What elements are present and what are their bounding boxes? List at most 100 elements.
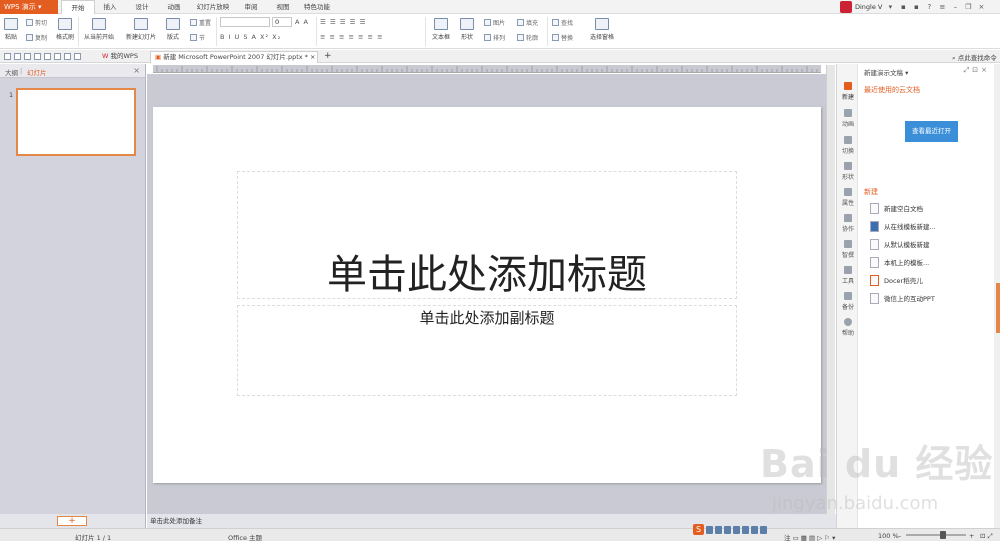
tab-special[interactable]: 特色功能: [300, 0, 334, 14]
preview-icon[interactable]: [44, 53, 51, 60]
sidebar-item-animation[interactable]: 动画: [837, 109, 859, 128]
sidebar-item-shape[interactable]: 形状: [837, 162, 859, 181]
zoom-in-icon[interactable]: +: [969, 532, 974, 540]
undo-icon[interactable]: [54, 53, 61, 60]
cut-button[interactable]: 剪切: [26, 18, 47, 27]
ime-tool-icon[interactable]: [742, 525, 749, 534]
open-recent-button[interactable]: 查看最近打开: [905, 121, 958, 142]
close-icon[interactable]: ×: [976, 3, 986, 11]
skin-icon[interactable]: ▾: [885, 3, 895, 11]
ime-tool-icon[interactable]: [733, 525, 740, 534]
tab-home[interactable]: 开始: [61, 0, 95, 14]
list-buttons-icon[interactable]: ☰ ☰ ☰ ☰ ☰: [320, 18, 366, 26]
slide-subtitle[interactable]: 单击此处添加副标题: [238, 306, 736, 328]
sidebar-item-transition[interactable]: 切换: [837, 136, 859, 155]
tab-slides[interactable]: 幻灯片: [27, 67, 47, 77]
online-template-item[interactable]: 从在线模板新建...: [870, 219, 936, 233]
ime-tool-icon[interactable]: [751, 525, 758, 534]
search-command-box[interactable]: ⌕ 点此查找命令: [952, 52, 997, 63]
textbox-button[interactable]: 文本框: [432, 18, 450, 41]
font-style-buttons[interactable]: B I U S A X² X₂: [220, 33, 281, 41]
add-slide-button[interactable]: +: [57, 516, 87, 526]
align-buttons-icon[interactable]: ≡ ≡ ≡ ≡ ≡ ≡ ≡: [320, 33, 384, 41]
from-current-button[interactable]: 从当前开始: [84, 18, 114, 41]
new-tab-button[interactable]: +: [320, 51, 332, 63]
tab-outline[interactable]: 大纲: [5, 67, 18, 77]
task-pane-controls[interactable]: ⤢⊡×: [964, 66, 990, 75]
zoom-slider[interactable]: [906, 531, 966, 539]
new-slide-button[interactable]: 新建幻灯片: [126, 18, 156, 41]
tab-slideshow[interactable]: 幻灯片放映: [193, 0, 233, 14]
reset-button[interactable]: 重置: [190, 18, 211, 27]
replace-button[interactable]: 替换: [552, 33, 573, 42]
picture-button[interactable]: 图片: [484, 18, 505, 27]
format-painter-button[interactable]: 格式刷: [56, 18, 74, 41]
font-grow-icon[interactable]: A A: [295, 18, 309, 26]
font-name-input[interactable]: [220, 17, 270, 27]
sidebar-item-tools[interactable]: 工具: [837, 266, 859, 285]
new-blank-item[interactable]: 新建空白文档: [870, 201, 923, 215]
section-button[interactable]: 节: [190, 33, 205, 42]
close-icon[interactable]: ×: [133, 66, 140, 75]
fill-button[interactable]: 填充: [517, 18, 538, 27]
slide-title[interactable]: 单击此处添加标题: [238, 172, 736, 298]
subtitle-placeholder[interactable]: 单击此处添加副标题: [237, 305, 737, 396]
app-menu-button[interactable]: WPS 演示 ▾: [0, 0, 58, 14]
save-icon[interactable]: [14, 53, 21, 60]
tab-my-wps[interactable]: W 我的WPS: [98, 51, 146, 63]
sidebar-item-properties[interactable]: 属性: [837, 188, 859, 207]
sidebar-item-collaborate[interactable]: 协作: [837, 214, 859, 233]
font-size-input[interactable]: 0: [272, 17, 292, 27]
export-icon[interactable]: [24, 53, 31, 60]
user-avatar[interactable]: [840, 1, 852, 13]
tab-current-document[interactable]: ▣ 新建 Microsoft PowerPoint 2007 幻灯片.pptx …: [150, 51, 318, 63]
user-name[interactable]: Dingle V: [855, 3, 882, 11]
ime-tool-icon[interactable]: [760, 525, 767, 534]
tab-design[interactable]: 设计: [129, 0, 155, 14]
minimize-icon[interactable]: –: [950, 3, 960, 11]
title-placeholder[interactable]: 单击此处添加标题: [237, 171, 737, 299]
zoom-out-icon[interactable]: –: [898, 532, 901, 540]
ime-toolbar[interactable]: S: [693, 523, 767, 536]
dropdown-icon[interactable]: [74, 53, 81, 60]
save-icon[interactable]: ▪: [898, 3, 908, 11]
expand-handle[interactable]: [996, 283, 1000, 333]
restore-icon[interactable]: ❐: [963, 3, 973, 11]
tab-view[interactable]: 视图: [270, 0, 296, 14]
shirt-icon[interactable]: ▪: [911, 3, 921, 11]
slide-thumbnail[interactable]: [16, 88, 136, 156]
find-button[interactable]: 查找: [552, 18, 573, 27]
wechat-ppt-item[interactable]: 微信上的互动PPT: [870, 291, 935, 305]
sidebar-item-help[interactable]: 帮助: [837, 318, 859, 337]
selection-pane-button[interactable]: 选择窗格: [590, 18, 614, 41]
tab-insert[interactable]: 插入: [97, 0, 123, 14]
sidebar-item-smart[interactable]: 智撰: [837, 240, 859, 259]
fit-icon[interactable]: ⊡ ⤢: [980, 532, 993, 541]
sidebar-item-backup[interactable]: 备份: [837, 292, 859, 311]
ime-tool-icon[interactable]: [715, 525, 722, 534]
arrange-button[interactable]: 排列: [484, 33, 505, 42]
ime-tool-icon[interactable]: [706, 525, 713, 534]
copy-button[interactable]: 复制: [26, 33, 47, 42]
tab-animation[interactable]: 动画: [161, 0, 187, 14]
tab-review[interactable]: 审阅: [238, 0, 264, 14]
zoom-level[interactable]: 100 %: [878, 532, 899, 540]
help-icon[interactable]: ?: [924, 3, 934, 11]
default-template-item[interactable]: 从默认模板新建: [870, 237, 930, 251]
sogou-ime-icon[interactable]: S: [693, 524, 704, 535]
sidebar-item-new[interactable]: 新建: [837, 82, 859, 101]
print-icon[interactable]: [34, 53, 41, 60]
redo-icon[interactable]: [64, 53, 71, 60]
paste-button[interactable]: 粘贴: [4, 18, 18, 41]
menu-icon[interactable]: ≡: [937, 3, 947, 11]
docer-item[interactable]: Docer稻壳儿: [870, 273, 923, 287]
close-tab-icon[interactable]: ×: [310, 53, 315, 61]
shape-button[interactable]: 形状: [460, 18, 474, 41]
ime-tool-icon[interactable]: [724, 525, 731, 534]
task-pane-title[interactable]: 新建演示文稿 ▾: [864, 67, 908, 77]
open-icon[interactable]: [4, 53, 11, 60]
zoom-slider-knob[interactable]: [940, 531, 946, 539]
layout-button[interactable]: 版式: [166, 18, 180, 41]
local-template-item[interactable]: 本机上的模板...: [870, 255, 929, 269]
outline-button[interactable]: 轮廓: [517, 33, 538, 42]
